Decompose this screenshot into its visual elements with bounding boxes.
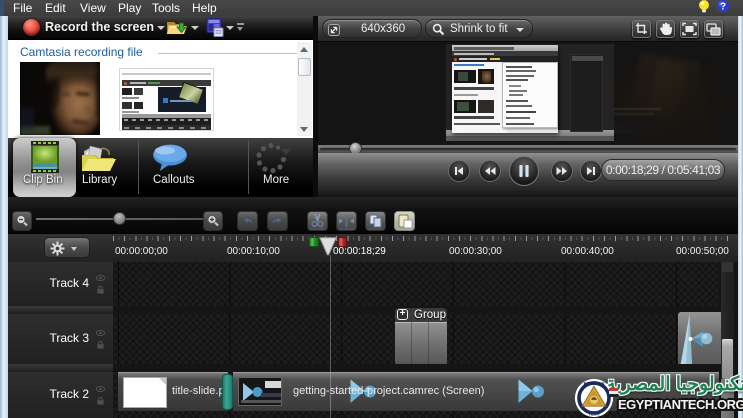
svg-text:?: ? <box>720 2 726 13</box>
svg-text:EGYPTIAN: EGYPTIAN <box>584 381 605 386</box>
svg-text:TECH: TECH <box>588 411 599 416</box>
